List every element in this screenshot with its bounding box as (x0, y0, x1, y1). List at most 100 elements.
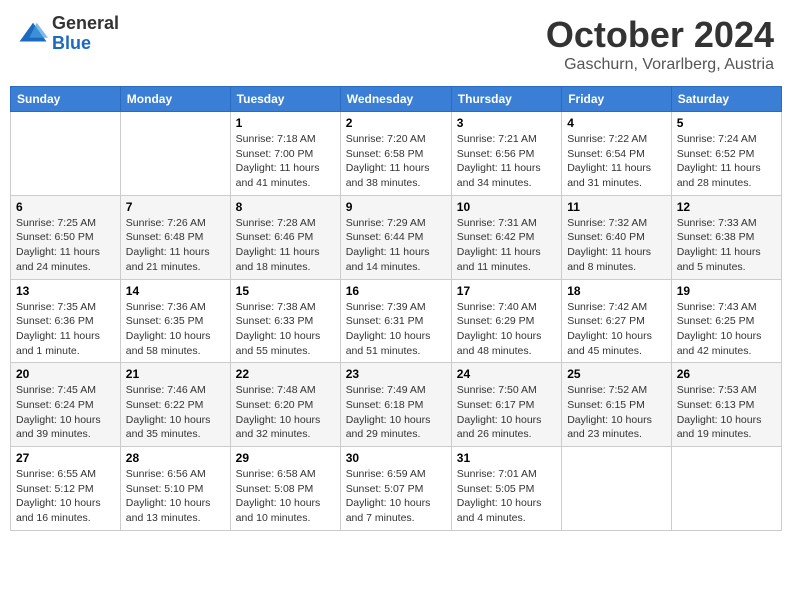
week-row-1: 6 Sunrise: 7:25 AMSunset: 6:50 PMDaylight… (11, 195, 782, 279)
calendar-cell: 27 Sunrise: 6:55 AMSunset: 5:12 PMDayligh… (11, 447, 121, 531)
calendar-cell: 3 Sunrise: 7:21 AMSunset: 6:56 PMDaylight… (451, 112, 561, 196)
day-number: 25 (567, 367, 666, 381)
location: Gaschurn, Vorarlberg, Austria (546, 56, 774, 74)
day-number: 18 (567, 284, 666, 298)
calendar-cell: 12 Sunrise: 7:33 AMSunset: 6:38 PMDayligh… (671, 195, 781, 279)
day-number: 26 (677, 367, 776, 381)
calendar-cell: 5Sunrise: 7:24 AMSunset: 6:52 PMDaylight… (671, 112, 781, 196)
calendar-header-row: SundayMondayTuesdayWednesdayThursdayFrid… (11, 87, 782, 112)
day-detail: Sunrise: 7:50 AMSunset: 6:17 PMDaylight:… (457, 383, 556, 442)
day-number: 10 (457, 200, 556, 214)
day-detail: Sunrise: 7:33 AMSunset: 6:38 PMDaylight:… (677, 216, 776, 275)
day-detail: Sunrise: 6:58 AMSunset: 5:08 PMDaylight:… (236, 467, 335, 526)
calendar-cell: 2Sunrise: 7:20 AMSunset: 6:58 PMDaylight… (340, 112, 451, 196)
day-number: 7 (126, 200, 225, 214)
day-number: 21 (126, 367, 225, 381)
day-number: 28 (126, 451, 225, 465)
week-row-3: 20 Sunrise: 7:45 AMSunset: 6:24 PMDayligh… (11, 363, 782, 447)
day-header-monday: Monday (120, 87, 230, 112)
day-detail: Sunrise: 7:53 AMSunset: 6:13 PMDaylight:… (677, 383, 776, 442)
day-header-sunday: Sunday (11, 87, 121, 112)
calendar-cell: 29Sunrise: 6:58 AMSunset: 5:08 PMDayligh… (230, 447, 340, 531)
day-number: 3 (457, 116, 556, 130)
day-header-wednesday: Wednesday (340, 87, 451, 112)
calendar-cell: 11 Sunrise: 7:32 AMSunset: 6:40 PMDayligh… (562, 195, 672, 279)
day-detail: Sunrise: 7:24 AMSunset: 6:52 PMDaylight:… (677, 132, 776, 191)
day-number: 16 (346, 284, 446, 298)
day-detail: Sunrise: 7:36 AMSunset: 6:35 PMDaylight:… (126, 300, 225, 359)
calendar-cell: 18 Sunrise: 7:42 AMSunset: 6:27 PMDayligh… (562, 279, 672, 363)
calendar-cell: 21 Sunrise: 7:46 AMSunset: 6:22 PMDayligh… (120, 363, 230, 447)
calendar-cell: 9 Sunrise: 7:29 AMSunset: 6:44 PMDaylight… (340, 195, 451, 279)
day-number: 8 (236, 200, 335, 214)
day-detail: Sunrise: 7:46 AMSunset: 6:22 PMDaylight:… (126, 383, 225, 442)
day-detail: Sunrise: 7:45 AMSunset: 6:24 PMDaylight:… (16, 383, 115, 442)
day-number: 20 (16, 367, 115, 381)
title-block: October 2024 Gaschurn, Vorarlberg, Austr… (546, 14, 774, 74)
day-number: 19 (677, 284, 776, 298)
day-detail: Sunrise: 7:01 AMSunset: 5:05 PMDaylight:… (457, 467, 556, 526)
day-detail: Sunrise: 6:55 AMSunset: 5:12 PMDaylight:… (16, 467, 115, 526)
week-row-4: 27 Sunrise: 6:55 AMSunset: 5:12 PMDayligh… (11, 447, 782, 531)
day-header-saturday: Saturday (671, 87, 781, 112)
day-number: 9 (346, 200, 446, 214)
calendar-cell (11, 112, 121, 196)
calendar-cell: 15 Sunrise: 7:38 AMSunset: 6:33 PMDayligh… (230, 279, 340, 363)
day-number: 30 (346, 451, 446, 465)
calendar-cell: 4Sunrise: 7:22 AMSunset: 6:54 PMDaylight… (562, 112, 672, 196)
day-number: 27 (16, 451, 115, 465)
calendar-cell: 25 Sunrise: 7:52 AMSunset: 6:15 PMDayligh… (562, 363, 672, 447)
day-detail: Sunrise: 7:22 AMSunset: 6:54 PMDaylight:… (567, 132, 666, 191)
logo-blue: Blue (52, 34, 119, 54)
day-detail: Sunrise: 7:31 AMSunset: 6:42 PMDaylight:… (457, 216, 556, 275)
calendar-cell (120, 112, 230, 196)
day-detail: Sunrise: 6:56 AMSunset: 5:10 PMDaylight:… (126, 467, 225, 526)
day-detail: Sunrise: 7:18 AMSunset: 7:00 PMDaylight:… (236, 132, 335, 191)
day-detail: Sunrise: 7:25 AMSunset: 6:50 PMDaylight:… (16, 216, 115, 275)
calendar-cell: 16 Sunrise: 7:39 AMSunset: 6:31 PMDayligh… (340, 279, 451, 363)
day-number: 22 (236, 367, 335, 381)
calendar-cell (671, 447, 781, 531)
day-detail: Sunrise: 7:42 AMSunset: 6:27 PMDaylight:… (567, 300, 666, 359)
day-number: 24 (457, 367, 556, 381)
day-number: 14 (126, 284, 225, 298)
calendar-cell: 10 Sunrise: 7:31 AMSunset: 6:42 PMDayligh… (451, 195, 561, 279)
day-detail: Sunrise: 7:29 AMSunset: 6:44 PMDaylight:… (346, 216, 446, 275)
day-number: 17 (457, 284, 556, 298)
calendar-cell: 22 Sunrise: 7:48 AMSunset: 6:20 PMDayligh… (230, 363, 340, 447)
day-detail: Sunrise: 7:49 AMSunset: 6:18 PMDaylight:… (346, 383, 446, 442)
calendar-cell: 31 Sunrise: 7:01 AMSunset: 5:05 PMDayligh… (451, 447, 561, 531)
calendar-cell: 24 Sunrise: 7:50 AMSunset: 6:17 PMDayligh… (451, 363, 561, 447)
calendar-cell: 17Sunrise: 7:40 AMSunset: 6:29 PMDayligh… (451, 279, 561, 363)
calendar-cell: 20 Sunrise: 7:45 AMSunset: 6:24 PMDayligh… (11, 363, 121, 447)
day-detail: Sunrise: 7:21 AMSunset: 6:56 PMDaylight:… (457, 132, 556, 191)
day-detail: Sunrise: 7:38 AMSunset: 6:33 PMDaylight:… (236, 300, 335, 359)
week-row-2: 13Sunrise: 7:35 AMSunset: 6:36 PMDayligh… (11, 279, 782, 363)
calendar-cell: 7Sunrise: 7:26 AMSunset: 6:48 PMDaylight… (120, 195, 230, 279)
day-detail: Sunrise: 7:28 AMSunset: 6:46 PMDaylight:… (236, 216, 335, 275)
logo-text: General Blue (52, 14, 119, 54)
day-number: 11 (567, 200, 666, 214)
day-detail: Sunrise: 7:35 AMSunset: 6:36 PMDaylight:… (16, 300, 115, 359)
day-number: 31 (457, 451, 556, 465)
calendar-cell: 23 Sunrise: 7:49 AMSunset: 6:18 PMDayligh… (340, 363, 451, 447)
day-number: 12 (677, 200, 776, 214)
calendar-table: SundayMondayTuesdayWednesdayThursdayFrid… (10, 86, 782, 531)
day-number: 6 (16, 200, 115, 214)
calendar-cell: 13Sunrise: 7:35 AMSunset: 6:36 PMDayligh… (11, 279, 121, 363)
day-number: 1 (236, 116, 335, 130)
day-detail: Sunrise: 7:52 AMSunset: 6:15 PMDaylight:… (567, 383, 666, 442)
day-number: 23 (346, 367, 446, 381)
day-detail: Sunrise: 7:32 AMSunset: 6:40 PMDaylight:… (567, 216, 666, 275)
day-detail: Sunrise: 7:43 AMSunset: 6:25 PMDaylight:… (677, 300, 776, 359)
calendar-cell: 14 Sunrise: 7:36 AMSunset: 6:35 PMDayligh… (120, 279, 230, 363)
day-number: 15 (236, 284, 335, 298)
page-header: General Blue October 2024 Gaschurn, Vora… (10, 10, 782, 78)
calendar-cell: 19 Sunrise: 7:43 AMSunset: 6:25 PMDayligh… (671, 279, 781, 363)
calendar-cell: 26 Sunrise: 7:53 AMSunset: 6:13 PMDayligh… (671, 363, 781, 447)
month-title: October 2024 (546, 14, 774, 56)
logo: General Blue (18, 14, 119, 54)
week-row-0: 1 Sunrise: 7:18 AMSunset: 7:00 PMDaylight… (11, 112, 782, 196)
day-detail: Sunrise: 7:48 AMSunset: 6:20 PMDaylight:… (236, 383, 335, 442)
day-detail: Sunrise: 7:39 AMSunset: 6:31 PMDaylight:… (346, 300, 446, 359)
